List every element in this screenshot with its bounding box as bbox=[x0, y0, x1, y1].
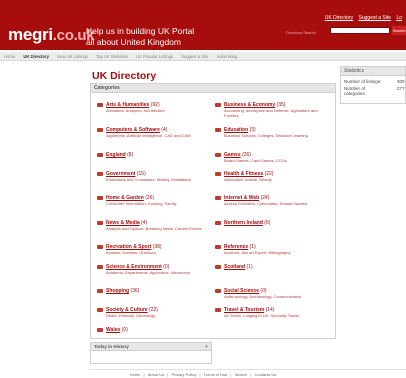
footer-separator: | bbox=[199, 372, 201, 377]
folder-icon bbox=[97, 328, 103, 332]
search-button[interactable]: Search bbox=[392, 26, 406, 35]
logo-text: megri bbox=[8, 25, 53, 44]
category-link[interactable]: Scotland bbox=[224, 264, 245, 270]
site-header: megri.co.uk Help us in building UK Porta… bbox=[0, 0, 406, 50]
folder-icon bbox=[215, 128, 221, 132]
category-subcategories[interactable]: Board Games, Card Games, CCGs bbox=[224, 158, 332, 163]
categories-header: Categories bbox=[91, 84, 335, 93]
footer-separator: | bbox=[250, 372, 252, 377]
folder-icon bbox=[97, 153, 103, 157]
expand-toggle-icon[interactable]: + bbox=[205, 343, 208, 351]
tagline-line-2: all about United Kingdom bbox=[86, 37, 181, 47]
footer-separator: | bbox=[143, 372, 145, 377]
folder-icon bbox=[97, 128, 103, 132]
nav-item-top-websites[interactable]: Top UK Websites bbox=[96, 54, 128, 59]
folder-icon bbox=[215, 265, 221, 269]
footer-link-privacy[interactable]: Privacy Policy bbox=[171, 372, 196, 377]
folder-icon bbox=[215, 289, 221, 293]
nav-item-new-listings[interactable]: New UK Listings bbox=[57, 54, 88, 59]
folder-icon bbox=[97, 289, 103, 293]
site-tagline: Help us in building UK Portal all about … bbox=[86, 26, 266, 48]
folder-icon bbox=[215, 103, 221, 107]
categories-panel: Categories Arts & Humanities (92) Animat… bbox=[90, 83, 336, 339]
folder-icon bbox=[215, 196, 221, 200]
category-subcategories[interactable]: Alternative, Animal, Beauty bbox=[224, 177, 332, 182]
top-link-uk-directory[interactable]: UK Directory bbox=[325, 15, 353, 21]
folder-icon bbox=[215, 245, 221, 249]
category-subcategories[interactable]: Academic Departments, Agriculture, Astro… bbox=[106, 270, 214, 275]
category-subcategories[interactable]: Analysis and Opinion, Breaking News, Cur… bbox=[106, 226, 214, 231]
category-count: (6) bbox=[264, 220, 271, 226]
top-links: UK Directory Suggest a Site Lo bbox=[321, 15, 402, 21]
folder-icon bbox=[215, 153, 221, 157]
statistics-panel: Statistics Number of listings: 300 Numbe… bbox=[340, 66, 406, 104]
category-subcategories[interactable]: Death, Ethnicity, Genealogy bbox=[106, 313, 214, 318]
stat-value-listings: 300 bbox=[397, 79, 405, 84]
footer-divider bbox=[90, 369, 406, 370]
tagline-line-1: Help us in building UK Portal bbox=[86, 26, 195, 36]
site-logo[interactable]: megri.co.uk bbox=[8, 25, 95, 45]
category-subcategories[interactable]: Air Travel, Lodging in UK, Specialty Tra… bbox=[224, 313, 332, 318]
category-subcategories[interactable]: Embassies and Consulates, Military, Mult… bbox=[106, 177, 214, 182]
stat-label-listings: Number of listings: bbox=[344, 79, 382, 84]
footer-separator: | bbox=[230, 372, 232, 377]
folder-icon bbox=[97, 103, 103, 107]
top-link-login[interactable]: Lo bbox=[396, 15, 402, 21]
folder-icon bbox=[215, 221, 221, 225]
folder-icon bbox=[97, 172, 103, 176]
category-subcategories[interactable]: Animation, Antiques, Architecture bbox=[106, 108, 214, 113]
footer-link-about[interactable]: About Us bbox=[148, 372, 164, 377]
category-link[interactable]: England bbox=[106, 152, 126, 158]
category-subcategories[interactable]: Aviation, Hobbies, Outdoors bbox=[106, 250, 214, 255]
folder-icon bbox=[215, 172, 221, 176]
search-label: Directory Search bbox=[286, 30, 316, 35]
category-subcategories[interactable]: Anthropology, Archaeology, Communication bbox=[224, 294, 332, 299]
page-title: UK Directory bbox=[92, 70, 157, 82]
nav-item-popular-listings[interactable]: UK Popular Listings bbox=[136, 54, 173, 59]
category-link[interactable]: Shopping bbox=[106, 288, 129, 294]
footer-link-search[interactable]: Search bbox=[235, 372, 248, 377]
main-nav: Home UK Directory New UK Listings Top UK… bbox=[0, 52, 406, 61]
category-link[interactable]: Wales bbox=[106, 327, 120, 333]
nav-item-home[interactable]: Home bbox=[4, 54, 15, 59]
footer-link-contact[interactable]: Contacts Us bbox=[254, 372, 276, 377]
stat-value-categories: 277 bbox=[397, 86, 405, 91]
folder-icon bbox=[97, 221, 103, 225]
site-footer: Home | About Us | Privacy Policy | Terms… bbox=[0, 372, 406, 377]
folder-icon bbox=[97, 308, 103, 312]
footer-link-terms[interactable]: Terms of Use bbox=[204, 372, 228, 377]
category-subcategories[interactable]: Business Schools, Colleges, Distance Lea… bbox=[224, 133, 332, 138]
category-subcategories[interactable]: Algorithms, Artificial Intelligence, CAD… bbox=[106, 133, 214, 138]
category-subcategories[interactable]: Archives, Ask an Expert, Bibliography bbox=[224, 250, 332, 255]
folder-icon bbox=[97, 196, 103, 200]
category-count: (8) bbox=[127, 152, 134, 158]
search-input[interactable] bbox=[330, 27, 390, 34]
folder-icon bbox=[97, 245, 103, 249]
top-link-suggest-site[interactable]: Suggest a Site bbox=[359, 15, 392, 21]
category-subcategories[interactable]: Accounting, Aerospace and Defense, Agric… bbox=[224, 108, 332, 118]
category-count: (1) bbox=[246, 264, 253, 270]
category-subcategories[interactable]: Access Providers, Cybercafes, Domain Nam… bbox=[224, 201, 332, 206]
category-count: (36) bbox=[130, 288, 140, 294]
category-link[interactable]: Northern Ireland bbox=[224, 220, 263, 226]
nav-item-suggest-site[interactable]: Suggest a Site bbox=[181, 54, 208, 59]
today-in-history-panel: Today in History + bbox=[90, 342, 212, 364]
footer-separator: | bbox=[167, 372, 169, 377]
category-count: (0) bbox=[121, 327, 128, 333]
folder-icon bbox=[97, 265, 103, 269]
nav-item-uk-directory[interactable]: UK Directory bbox=[23, 54, 49, 59]
statistics-header: Statistics bbox=[341, 67, 405, 76]
today-in-history-header: Today in History bbox=[94, 344, 129, 349]
stat-label-categories: Number of categories: bbox=[344, 86, 367, 96]
footer-link-home[interactable]: Home bbox=[130, 372, 141, 377]
category-subcategories[interactable]: Consumer Information, Cooking, Family bbox=[106, 201, 214, 206]
folder-icon bbox=[215, 308, 221, 312]
nav-item-advertising[interactable]: Advertising bbox=[217, 54, 238, 59]
